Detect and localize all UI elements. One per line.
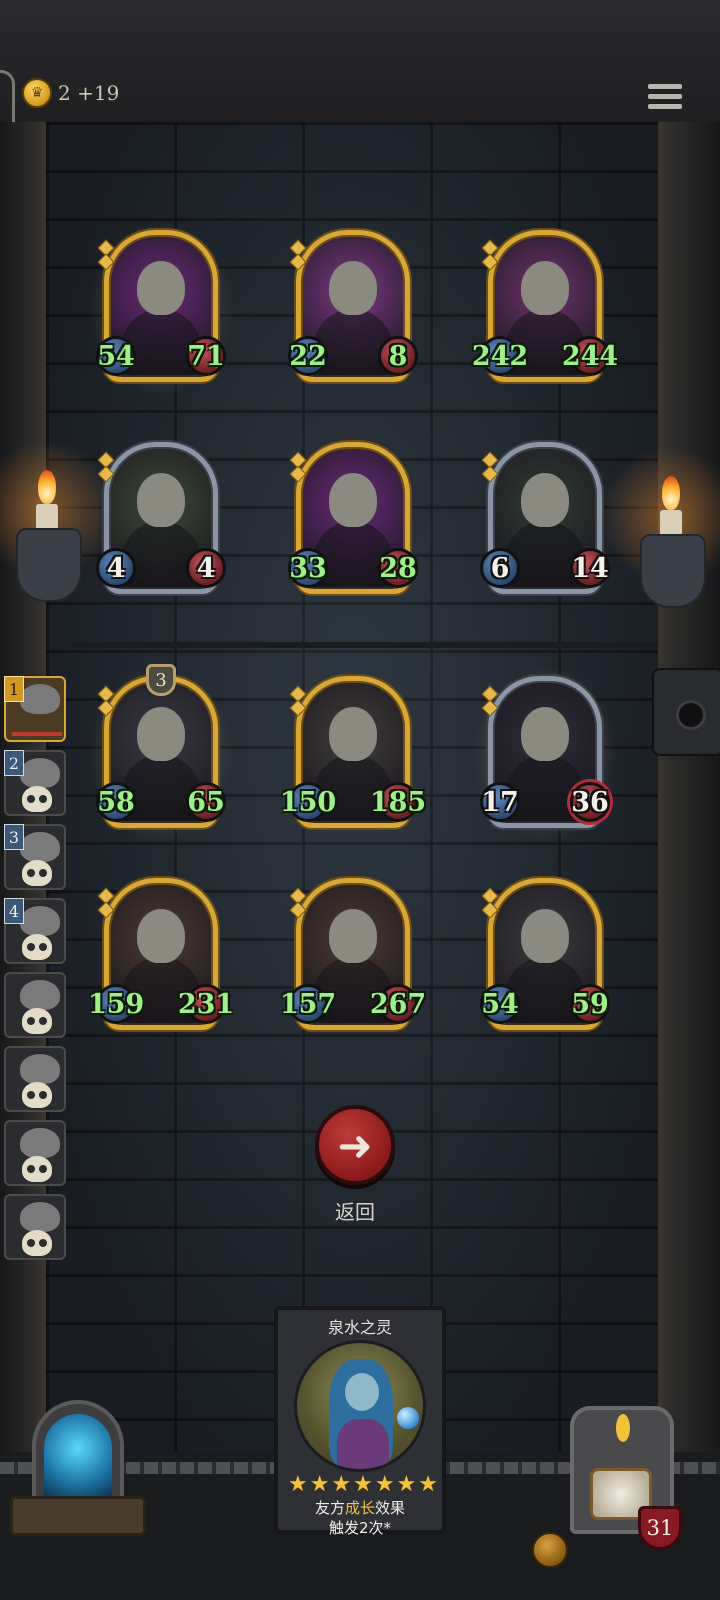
arrow-left-icon: ➜ xyxy=(337,1120,373,1170)
skull-icon xyxy=(22,786,52,812)
skull-icon xyxy=(22,1230,52,1256)
unit-tooltip: 泉水之灵 ★ ★ ★ ★ ★ ★ ★ 友方成长效果 触发2次* xyxy=(274,1306,446,1537)
unit-level-badge: 3 xyxy=(146,664,176,696)
unit-card-bandit-bear[interactable]: 242 244 xyxy=(472,230,618,390)
star-icon: ★ xyxy=(374,1472,395,1497)
skull-icon xyxy=(22,1008,52,1034)
enemy-face-icon xyxy=(20,832,60,862)
enemy-face-icon xyxy=(20,758,60,788)
health-stat: 14 xyxy=(570,548,610,588)
hero-left-portrait[interactable] xyxy=(10,1400,146,1540)
queue-item[interactable]: 2 xyxy=(4,750,66,816)
attack-stat: 33 xyxy=(288,548,328,588)
spring-spirit-portrait xyxy=(294,1340,426,1472)
star-icon: ★ xyxy=(331,1472,352,1497)
health-stat: 71 xyxy=(186,336,226,376)
back-label: 返回 xyxy=(335,1200,375,1224)
star-icon: ★ xyxy=(353,1472,373,1497)
unit-card-armored-warrior[interactable]: 3 58 65 xyxy=(88,664,234,842)
star-icon: ★ xyxy=(288,1472,308,1497)
tooltip-title: 泉水之灵 xyxy=(327,1318,392,1337)
queue-number: 1 xyxy=(4,676,24,702)
right-torch-icon xyxy=(600,446,720,626)
enemy-face-icon xyxy=(20,906,60,936)
queue-number: 3 xyxy=(4,824,24,850)
gold-label: 2 +19 xyxy=(58,81,120,105)
skull-icon xyxy=(22,1156,52,1182)
skull-icon xyxy=(22,934,52,960)
queue-item[interactable] xyxy=(4,1046,66,1112)
right-pillar xyxy=(658,122,720,1452)
player-hp-badge: 31 xyxy=(638,1506,682,1550)
unit-card-golem[interactable]: 6 14 xyxy=(480,442,610,602)
health-stat: 36 xyxy=(570,782,610,822)
unit-card-knight[interactable]: 150 185 xyxy=(280,676,426,836)
queue-number: 2 xyxy=(4,750,24,776)
attack-stat: 150 xyxy=(280,782,336,822)
health-stat: 8 xyxy=(378,336,418,376)
back-button[interactable]: ➜ xyxy=(315,1105,395,1185)
star-icon: ★ xyxy=(418,1472,438,1497)
queue-item[interactable] xyxy=(4,972,66,1038)
enemy-face-icon xyxy=(20,980,60,1010)
skull-icon xyxy=(22,1082,52,1108)
flame-icon xyxy=(616,1414,630,1442)
attack-stat: 17 xyxy=(480,782,520,822)
unit-card-ogre-2[interactable]: 157 267 xyxy=(280,878,426,1038)
queue-item[interactable]: 3 xyxy=(4,824,66,890)
health-stat: 59 xyxy=(570,984,610,1024)
enemy-face-icon xyxy=(20,1202,60,1232)
queue-number: 4 xyxy=(4,898,24,924)
enemy-face-icon xyxy=(20,1128,60,1158)
star-rating: ★ ★ ★ ★ ★ ★ ★ xyxy=(288,1472,438,1497)
enemy-face-icon xyxy=(20,1054,60,1084)
unit-card-witch[interactable]: 54 71 xyxy=(88,220,234,396)
unit-card-rat[interactable]: 22 8 xyxy=(288,230,418,390)
gold-counter: ♛ 2 +19 xyxy=(22,78,119,108)
star-icon: ★ xyxy=(396,1472,417,1497)
unit-card-vulture[interactable]: 33 28 xyxy=(288,442,418,602)
menu-button[interactable] xyxy=(648,84,682,114)
unit-card-brawler[interactable]: 44 xyxy=(96,442,226,602)
health-stat: 65 xyxy=(186,782,226,822)
enemy-face-icon xyxy=(20,684,60,714)
health-stat: 28 xyxy=(378,548,418,588)
health-stat: 4 xyxy=(186,548,226,588)
gold-coin-icon: ♛ xyxy=(22,78,52,108)
health-stat: 267 xyxy=(370,984,426,1024)
unit-card-shadow-beast[interactable]: 17 36 xyxy=(472,666,618,842)
attack-stat: 58 xyxy=(96,782,136,822)
attack-stat: 54 xyxy=(96,336,136,376)
skull-icon xyxy=(22,860,52,886)
queue-progress-bar xyxy=(12,732,62,736)
health-stat: 244 xyxy=(562,336,618,376)
tooltip-description: 友方成长效果 触发2次* xyxy=(314,1499,406,1537)
attack-stat: 54 xyxy=(480,984,520,1024)
health-stat: 185 xyxy=(370,782,426,822)
left-torch-icon xyxy=(0,440,116,620)
attack-stat: 159 xyxy=(88,984,144,1024)
lightning-icon xyxy=(44,1414,112,1500)
row-divider xyxy=(72,642,658,648)
top-bar: ♛ 2 +19 xyxy=(0,0,720,186)
attack-stat: 157 xyxy=(280,984,336,1024)
star-icon: ★ xyxy=(309,1472,330,1497)
unit-card-rose-sage[interactable]: 54 59 xyxy=(480,878,610,1038)
menu-icon xyxy=(648,84,682,89)
queue-item[interactable] xyxy=(4,1120,66,1186)
door-lock-icon xyxy=(652,668,720,756)
queue-item[interactable] xyxy=(4,1194,66,1260)
attack-stat: 22 xyxy=(288,336,328,376)
queue-item[interactable]: 1 xyxy=(4,676,66,742)
orb-icon xyxy=(397,1407,419,1429)
queue-item[interactable]: 4 xyxy=(4,898,66,964)
attack-stat: 4 xyxy=(96,548,136,588)
health-stat: 231 xyxy=(178,984,234,1024)
unit-card-ogre-1[interactable]: 159 231 xyxy=(88,878,234,1038)
attack-stat: 6 xyxy=(480,548,520,588)
turn-queue: 1 2 3 4 xyxy=(0,668,70,1268)
attack-stat: 242 xyxy=(472,336,528,376)
